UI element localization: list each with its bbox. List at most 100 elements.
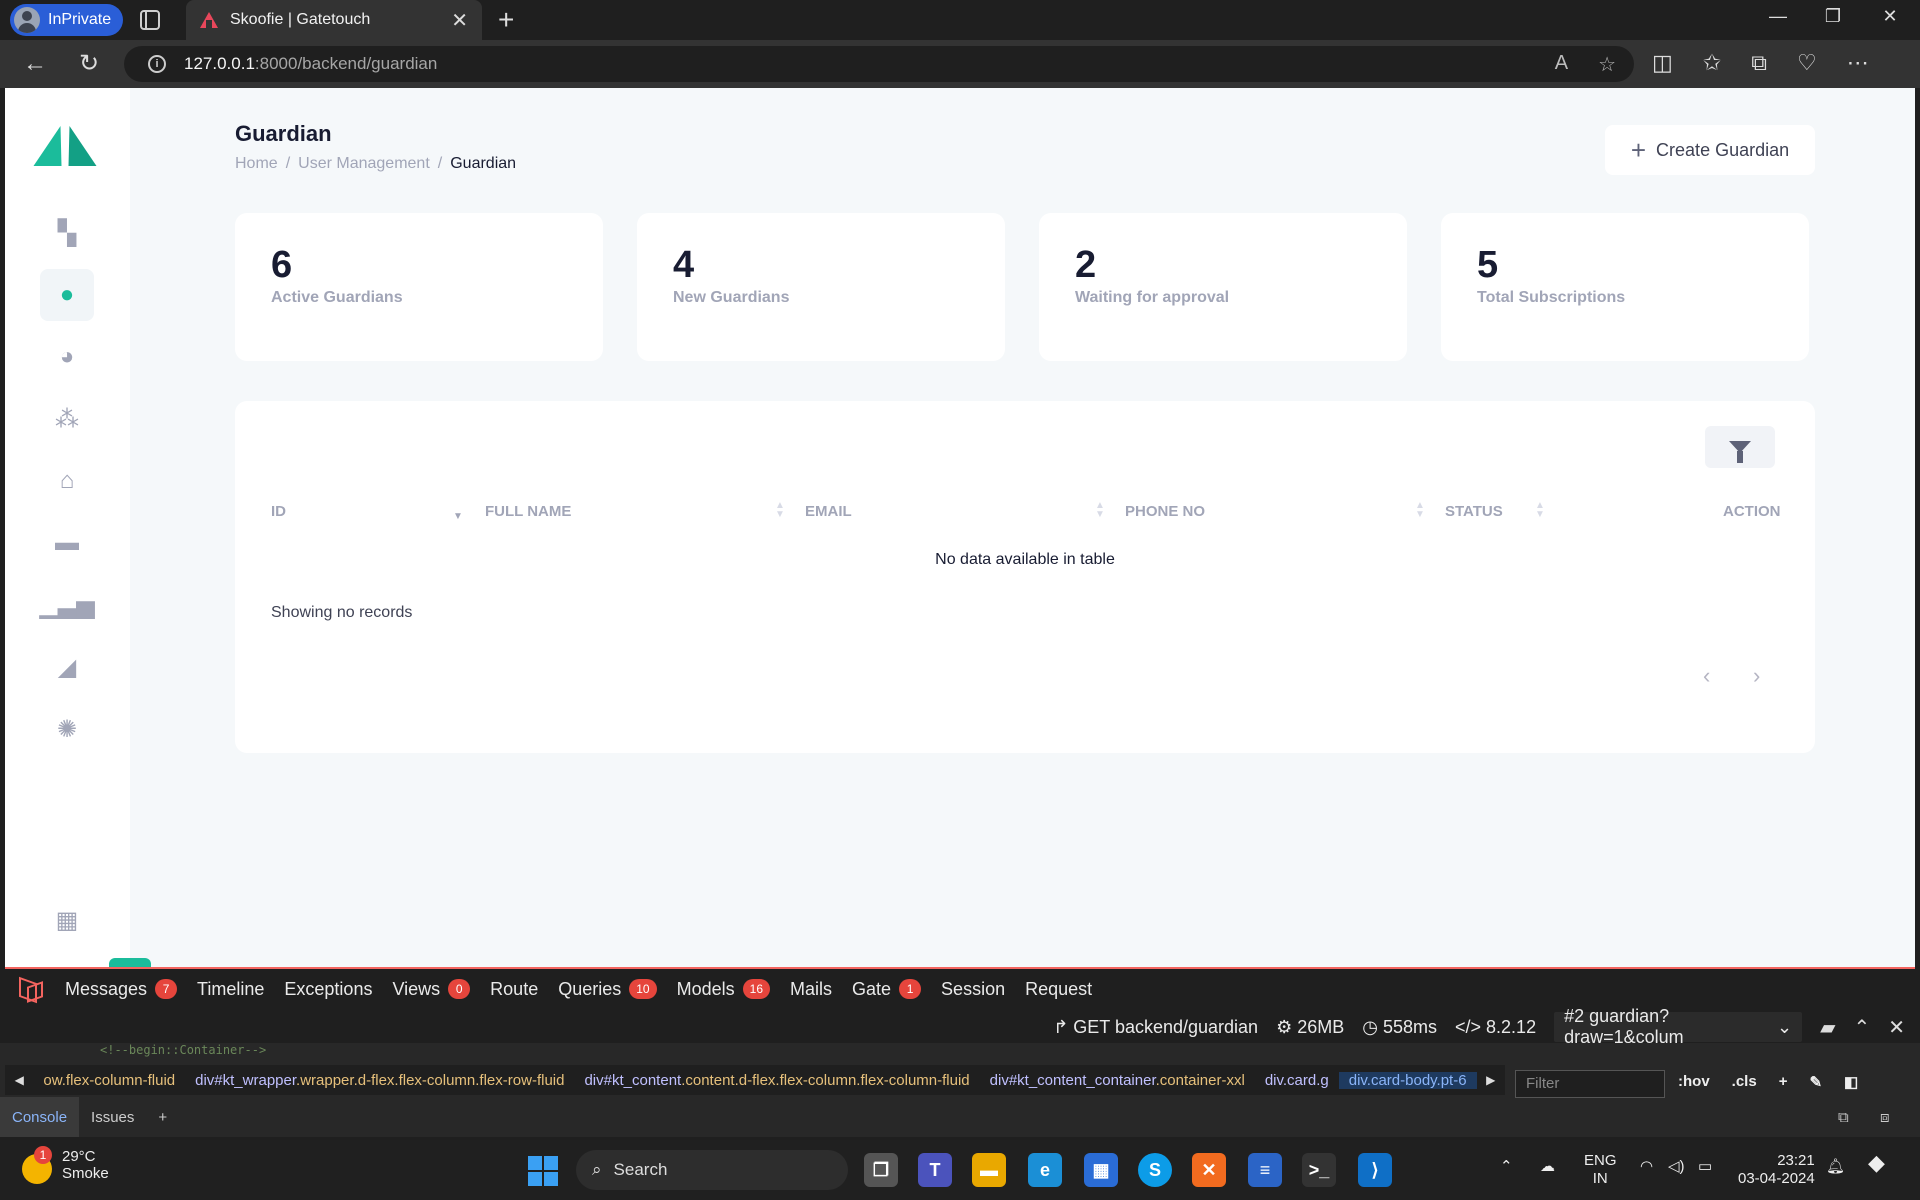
filter-button[interactable]: [1705, 426, 1775, 468]
site-info-icon[interactable]: i: [148, 55, 166, 73]
battery-icon[interactable]: ▭: [1698, 1158, 1712, 1176]
breadcrumb-user-management[interactable]: User Management: [298, 155, 430, 173]
sidebar-item-payments[interactable]: ▬: [40, 517, 94, 569]
debugbar-tab-exceptions[interactable]: Exceptions: [274, 979, 382, 1000]
copilot-icon[interactable]: ◆: [1868, 1152, 1885, 1174]
sidebar-item-settings[interactable]: ✺: [40, 703, 94, 755]
dom-crumb[interactable]: div#kt_content.content.d-flex.flex-colum…: [574, 1072, 979, 1089]
undock-icon[interactable]: ⧈: [1880, 1109, 1890, 1126]
scroll-right-icon[interactable]: ▶: [1477, 1073, 1505, 1087]
taskbar-search[interactable]: ⌕ Search: [576, 1150, 848, 1190]
favorite-star-icon[interactable]: ☆: [1598, 52, 1616, 77]
debugbar-tab-queries[interactable]: Queries 10: [548, 979, 666, 1000]
laravel-logo-icon[interactable]: [17, 978, 43, 1000]
maximize-chevron-icon[interactable]: ⌃: [1853, 1015, 1870, 1040]
open-folder-icon[interactable]: ▰: [1820, 1015, 1835, 1040]
file-explorer-icon[interactable]: ▬: [972, 1153, 1006, 1187]
sidebar-item-apps[interactable]: ▦: [40, 894, 94, 946]
read-aloud-icon[interactable]: A: [1555, 52, 1568, 77]
refresh-icon[interactable]: ↻: [74, 50, 104, 78]
onedrive-icon[interactable]: ☁: [1540, 1158, 1555, 1176]
debugbar-tab-route[interactable]: Route: [480, 979, 548, 1000]
more-menu-icon[interactable]: ⋯: [1847, 50, 1869, 76]
stat-value: 2: [1075, 244, 1097, 286]
ms-store-icon[interactable]: ▦: [1084, 1153, 1118, 1187]
vscode-icon[interactable]: ⟩: [1358, 1153, 1392, 1187]
dom-crumb[interactable]: div.card.g: [1255, 1072, 1339, 1089]
dock-icon[interactable]: ⧉: [1838, 1109, 1849, 1126]
favorites-icon[interactable]: ✩: [1703, 50, 1721, 76]
notification-bell-icon[interactable]: 🔔︎: [1826, 1158, 1845, 1176]
tab-issues[interactable]: Issues: [79, 1097, 146, 1137]
column-header-status[interactable]: STATUS: [1445, 503, 1503, 520]
dom-crumb[interactable]: div#kt_content_container.container-xxl: [980, 1072, 1255, 1089]
app-logo[interactable]: [33, 126, 97, 166]
weather-widget[interactable]: 1 29°C Smoke: [22, 1146, 109, 1184]
sidebar-item-user-settings[interactable]: ◕: [40, 331, 94, 383]
styles-filter-input[interactable]: Filter: [1515, 1070, 1665, 1098]
teams-icon[interactable]: T: [918, 1153, 952, 1187]
collections-icon[interactable]: ⧉: [1751, 50, 1767, 76]
clock[interactable]: 23:21 03-04-2024: [1738, 1152, 1815, 1188]
split-screen-icon[interactable]: ◫: [1652, 50, 1673, 76]
wifi-icon[interactable]: ◠: [1640, 1158, 1653, 1176]
hover-state-toggle[interactable]: :hov: [1678, 1073, 1710, 1091]
debugbar-tab-models[interactable]: Models 16: [667, 979, 780, 1000]
xampp-icon[interactable]: ✕: [1192, 1153, 1226, 1187]
terminal-icon[interactable]: >_: [1302, 1153, 1336, 1187]
toggle-sidebar-icon[interactable]: ◧: [1844, 1073, 1858, 1091]
debugbar-tab-mails[interactable]: Mails: [780, 979, 842, 1000]
debugbar-tab-gate[interactable]: Gate 1: [842, 979, 931, 1000]
tab-actions-icon[interactable]: [140, 10, 160, 30]
close-window-icon[interactable]: ✕: [1870, 6, 1910, 27]
column-header-id[interactable]: ID: [271, 503, 286, 520]
paint-brush-icon[interactable]: ✎: [1809, 1073, 1822, 1091]
debugbar-tab-timeline[interactable]: Timeline: [187, 979, 274, 1000]
prev-page-icon[interactable]: ‹: [1703, 663, 1710, 689]
dom-crumb[interactable]: div#kt_wrapper.wrapper.d-flex.flex-colum…: [185, 1072, 574, 1089]
add-drawer-tab-icon[interactable]: +: [146, 1097, 179, 1137]
add-style-rule-icon[interactable]: +: [1779, 1073, 1788, 1091]
sidebar-item-reports[interactable]: ▁▃▅: [39, 579, 94, 631]
create-guardian-button[interactable]: + Create Guardian: [1605, 125, 1815, 175]
debugbar-tab-views[interactable]: Views 0: [382, 979, 480, 1000]
debugbar-tab-session[interactable]: Session: [931, 979, 1015, 1000]
address-bar[interactable]: i 127.0.0.1:8000/backend/guardian A ☆: [124, 46, 1634, 82]
show-hidden-icons[interactable]: ⌃: [1500, 1158, 1513, 1176]
back-arrow-icon[interactable]: ←: [20, 50, 50, 78]
inprivate-profile-button[interactable]: InPrivate: [10, 4, 124, 36]
column-header-full-name[interactable]: FULL NAME: [485, 503, 571, 520]
volume-icon[interactable]: ◁): [1668, 1158, 1685, 1176]
scroll-left-icon[interactable]: ◀: [5, 1073, 33, 1087]
browser-essentials-icon[interactable]: ♡: [1797, 50, 1817, 76]
sidebar-item-analytics[interactable]: ◢: [40, 641, 94, 693]
class-toggle[interactable]: .cls: [1732, 1073, 1757, 1091]
sidebar-item-groups[interactable]: ⁂: [40, 393, 94, 445]
dom-crumb-selected[interactable]: div.card-body.pt-6: [1338, 1071, 1477, 1089]
close-debugbar-icon[interactable]: ✕: [1888, 1015, 1905, 1040]
sidebar-item-bank[interactable]: ⌂: [40, 455, 94, 507]
notepad-icon[interactable]: ≡: [1248, 1153, 1282, 1187]
tab-console[interactable]: Console: [0, 1097, 80, 1137]
restore-icon[interactable]: ❐: [1813, 6, 1853, 27]
debugbar-tab-messages[interactable]: Messages 7: [55, 979, 187, 1000]
request-history-select[interactable]: #2 guardian?draw=1&colum ⌄: [1554, 1006, 1803, 1047]
language-indicator[interactable]: ENG IN: [1584, 1152, 1617, 1188]
skype-icon[interactable]: S: [1138, 1153, 1172, 1187]
edge-browser-icon[interactable]: e: [1028, 1153, 1062, 1187]
column-header-phone[interactable]: PHONE NO: [1125, 503, 1205, 520]
minimize-icon[interactable]: —: [1758, 6, 1798, 27]
code-icon: </>: [1455, 1016, 1487, 1037]
sidebar-item-dashboard[interactable]: ▚: [40, 207, 94, 259]
next-page-icon[interactable]: ›: [1753, 663, 1760, 689]
close-tab-icon[interactable]: ✕: [451, 8, 468, 33]
column-header-email[interactable]: EMAIL: [805, 503, 852, 520]
browser-tab-active[interactable]: Skoofie | Gatetouch ✕: [186, 0, 482, 40]
sidebar-item-users[interactable]: ●: [40, 269, 94, 321]
breadcrumb-home[interactable]: Home: [235, 155, 278, 173]
debugbar-tab-request[interactable]: Request: [1015, 979, 1102, 1000]
start-button-icon[interactable]: [528, 1156, 558, 1186]
new-tab-button[interactable]: +: [498, 4, 514, 36]
dom-crumb[interactable]: ow.flex-column-fluid: [33, 1072, 185, 1089]
task-view-icon[interactable]: ❐: [864, 1153, 898, 1187]
